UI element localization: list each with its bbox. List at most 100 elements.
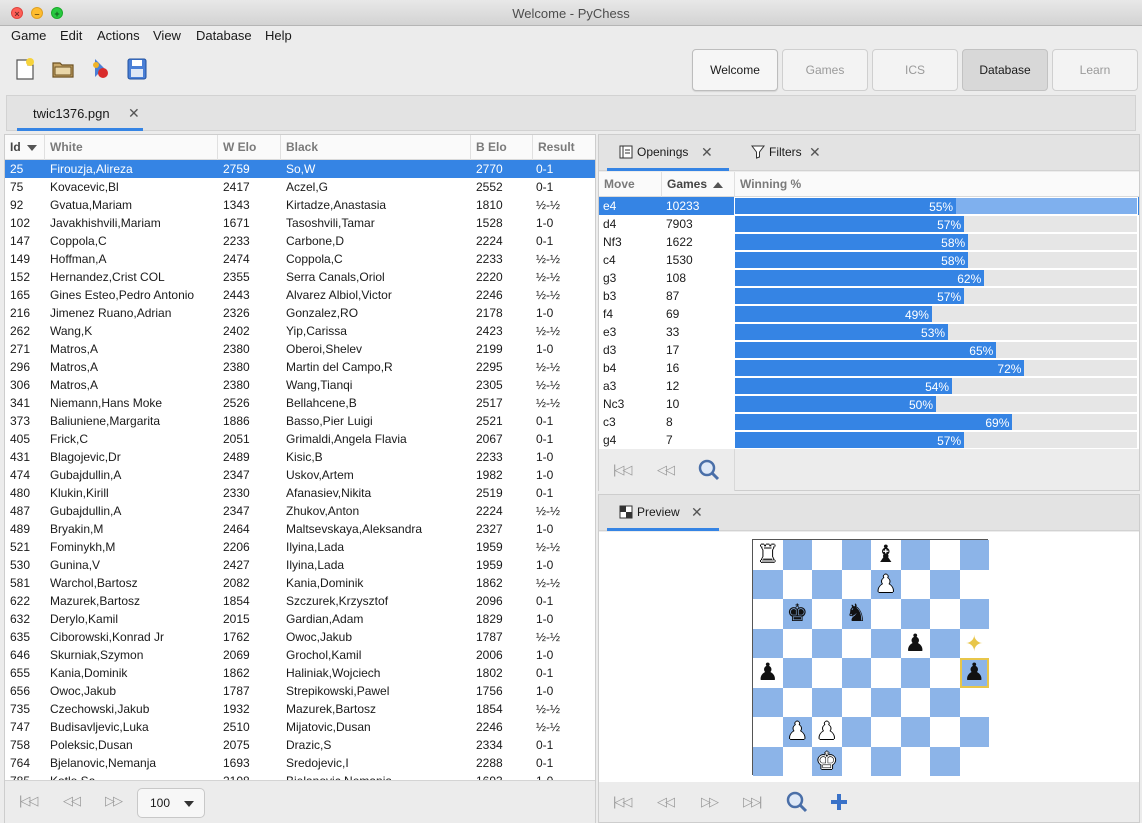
board-square[interactable]	[812, 658, 842, 688]
board-square[interactable]	[753, 717, 783, 747]
opening-row[interactable]: b3 87 57%	[599, 287, 1139, 305]
first-move-icon[interactable]: |◁◁	[613, 462, 632, 478]
board-square[interactable]	[871, 687, 901, 717]
opening-row[interactable]: e3 33 53%	[599, 323, 1139, 341]
board-square[interactable]	[871, 658, 901, 688]
last-move-icon[interactable]: ▷▷|	[743, 794, 762, 810]
open-folder-icon[interactable]	[50, 56, 76, 82]
board-square[interactable]	[812, 687, 842, 717]
board-square[interactable]	[900, 717, 930, 747]
board-square[interactable]	[782, 628, 812, 658]
board-square[interactable]	[753, 599, 783, 629]
board-square[interactable]	[782, 687, 812, 717]
board-square[interactable]	[753, 628, 783, 658]
board-square[interactable]	[959, 687, 989, 717]
menu-database[interactable]: Database	[196, 28, 252, 43]
board-square[interactable]	[959, 599, 989, 629]
chess-piece-b2[interactable]: ♟	[783, 717, 813, 747]
first-move-icon[interactable]: |◁◁	[613, 794, 632, 810]
next-page-icon[interactable]: ▷▷	[105, 793, 123, 809]
board-square[interactable]	[812, 599, 842, 629]
tab-preview[interactable]: Preview ✕	[607, 495, 719, 531]
opening-row[interactable]: Nf3 1622 58%	[599, 233, 1139, 251]
table-row[interactable]: 747 Budisavljevic,Luka 2510 Mijatovic,Dusan…	[5, 718, 595, 736]
column-header-winning[interactable]: Winning %	[735, 172, 1139, 197]
column-header-games[interactable]: Games	[662, 172, 735, 197]
add-icon[interactable]	[829, 792, 849, 815]
table-row[interactable]: 431 Blagojevic,Dr 2489 Kisic,B 2233 1-0	[5, 448, 595, 466]
board-square[interactable]	[959, 717, 989, 747]
board-square[interactable]	[812, 540, 842, 570]
menu-help[interactable]: Help	[265, 28, 292, 43]
table-row[interactable]: 296 Matros,A 2380 Martin del Campo,R 2295 ½-½	[5, 358, 595, 376]
menu-edit[interactable]: Edit	[60, 28, 82, 43]
save-icon[interactable]	[124, 56, 150, 82]
board-square[interactable]	[900, 687, 930, 717]
chess-piece-a4[interactable]: ♟	[753, 658, 783, 688]
perspective-learn[interactable]: Learn	[1052, 49, 1138, 91]
column-header-black-elo[interactable]: B Elo	[471, 135, 533, 160]
tab-openings-close-icon[interactable]: ✕	[701, 144, 713, 161]
previous-move-icon[interactable]: ◁◁	[657, 462, 675, 478]
board-square[interactable]	[959, 540, 989, 570]
column-header-white-elo[interactable]: W Elo	[218, 135, 281, 160]
board-square[interactable]	[753, 687, 783, 717]
table-row[interactable]: 102 Javakhishvili,Mariam 1671 Tasoshvili,Ta…	[5, 214, 595, 232]
board-square[interactable]	[930, 658, 960, 688]
table-row[interactable]: 758 Poleksic,Dusan 2075 Drazic,S 2334 0-1	[5, 736, 595, 754]
table-row[interactable]: 632 Derylo,Kamil 2015 Gardian,Adam 1829 1-0	[5, 610, 595, 628]
table-row[interactable]: 147 Coppola,C 2233 Carbone,D 2224 0-1	[5, 232, 595, 250]
board-square[interactable]	[841, 628, 871, 658]
opening-row[interactable]: Nc3 10 50%	[599, 395, 1139, 413]
board-square[interactable]	[753, 569, 783, 599]
table-row[interactable]: 149 Hoffman,A 2474 Coppola,C 2233 ½-½	[5, 250, 595, 268]
tab-openings[interactable]: Openings ✕	[607, 135, 729, 171]
table-row[interactable]: 521 Fominykh,M 2206 Ilyina,Lada 1959 ½-½	[5, 538, 595, 556]
next-move-icon[interactable]: ▷▷	[701, 794, 719, 810]
file-tab[interactable]: twic1376.pgn ✕	[17, 96, 143, 131]
opening-row[interactable]: g3 108 62%	[599, 269, 1139, 287]
board-square[interactable]	[930, 599, 960, 629]
opening-row[interactable]: c4 1530 58%	[599, 251, 1139, 269]
perspective-welcome[interactable]: Welcome	[692, 49, 778, 91]
column-header-move[interactable]: Move	[599, 172, 662, 197]
perspective-ics[interactable]: ICS	[872, 49, 958, 91]
search-icon[interactable]	[697, 458, 721, 485]
table-row[interactable]: 735 Czechowski,Jakub 1932 Mazurek,Bartosz 18…	[5, 700, 595, 718]
opening-row[interactable]: g4 7 57%	[599, 431, 1139, 449]
table-row[interactable]: 655 Kania,Dominik 1862 Haliniak,Wojciech 180…	[5, 664, 595, 682]
column-header-id[interactable]: Id	[5, 135, 45, 160]
table-row[interactable]: 480 Klukin,Kirill 2330 Afanasiev,Nikita 2519…	[5, 484, 595, 502]
first-page-icon[interactable]: |◁◁	[19, 793, 38, 809]
engines-icon[interactable]	[87, 56, 113, 82]
menu-view[interactable]: View	[153, 28, 181, 43]
search-icon[interactable]	[785, 790, 809, 817]
board-square[interactable]	[871, 599, 901, 629]
chess-piece-d6[interactable]: ♞	[842, 599, 872, 629]
chess-piece-f5[interactable]: ♟	[901, 629, 931, 659]
board-square[interactable]	[871, 628, 901, 658]
table-row[interactable]: 487 Gubajdullin,A 2347 Zhukov,Anton 2224 ½-½	[5, 502, 595, 520]
board-square[interactable]	[959, 569, 989, 599]
table-row[interactable]: 165 Gines Esteo,Pedro Antonio 2443 Alvarez …	[5, 286, 595, 304]
board-square[interactable]	[930, 746, 960, 776]
board-square[interactable]	[959, 746, 989, 776]
board-square[interactable]	[782, 540, 812, 570]
table-row[interactable]: 405 Frick,C 2051 Grimaldi,Angela Flavia 2067…	[5, 430, 595, 448]
table-row[interactable]: 474 Gubajdullin,A 2347 Uskov,Artem 1982 1-0	[5, 466, 595, 484]
table-row[interactable]: 581 Warchol,Bartosz 2082 Kania,Dominik 1862 ½…	[5, 574, 595, 592]
table-row[interactable]: 489 Bryakin,M 2464 Maltsevskaya,Aleksandra 2…	[5, 520, 595, 538]
board-square[interactable]	[930, 628, 960, 658]
chess-board[interactable]: ✦ ♜ ♝ ♟ ♚ ♞ ♟ ♟ ♟ ♟ ♟ ♚	[752, 539, 989, 776]
tab-preview-close-icon[interactable]: ✕	[691, 504, 703, 521]
page-size-select[interactable]: 100	[137, 788, 205, 818]
table-row[interactable]: 764 Bjelanovic,Nemanja 1693 Sredojevic,I 228…	[5, 754, 595, 772]
previous-page-icon[interactable]: ◁◁	[63, 793, 81, 809]
table-row[interactable]: 216 Jimenez Ruano,Adrian 2326 Gonzalez,RO 21…	[5, 304, 595, 322]
menu-actions[interactable]: Actions	[97, 28, 140, 43]
table-row[interactable]: 92 Gvatua,Mariam 1343 Kirtadze,Anastasia 181…	[5, 196, 595, 214]
perspective-database[interactable]: Database	[962, 49, 1048, 91]
previous-move-icon[interactable]: ◁◁	[657, 794, 675, 810]
file-tab-close-icon[interactable]: ✕	[128, 105, 140, 122]
table-row[interactable]: 262 Wang,K 2402 Yip,Carissa 2423 ½-½	[5, 322, 595, 340]
